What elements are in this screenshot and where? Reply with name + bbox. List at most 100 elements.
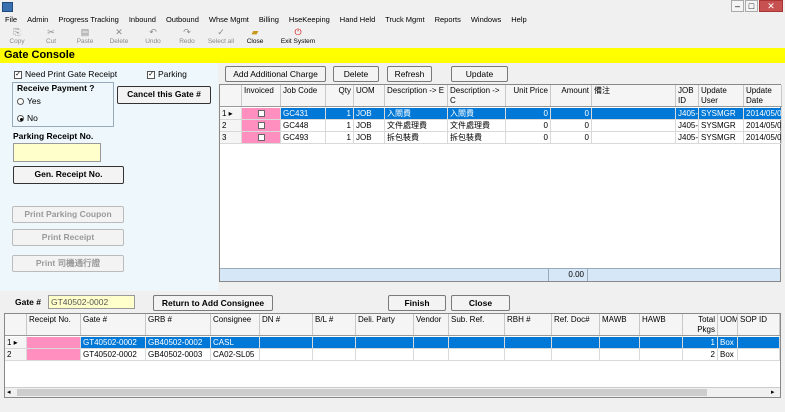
col-invoiced[interactable]: Invoiced bbox=[242, 85, 281, 106]
cell-remark[interactable] bbox=[592, 132, 676, 144]
menu-billing[interactable]: Billing bbox=[254, 14, 284, 26]
col-qty[interactable]: Qty bbox=[326, 85, 354, 106]
paste-button[interactable]: ▤ Paste bbox=[68, 26, 102, 48]
menu-outbound[interactable]: Outbound bbox=[161, 14, 204, 26]
cell-grb[interactable]: GB40502-0002 bbox=[146, 337, 211, 349]
table-row[interactable]: 1 ▸ GT40502-0002 GB40502-0002 CASL 1 Box bbox=[5, 337, 780, 349]
cell-date[interactable]: 2014/05/0 bbox=[744, 108, 782, 120]
print-parking-coupon-button[interactable]: Print Parking Coupon bbox=[12, 206, 124, 223]
col-dn[interactable]: DN # bbox=[260, 314, 313, 335]
cell-job-code[interactable]: GC493 bbox=[281, 132, 326, 144]
menu-file[interactable]: File bbox=[0, 14, 22, 26]
menu-help[interactable]: Help bbox=[506, 14, 531, 26]
table-row[interactable]: 2 GC448 1 JOB 文件處理費 文件處理費 0 0 J405- SYSM… bbox=[220, 120, 782, 132]
col-hawb[interactable]: HAWB bbox=[640, 314, 683, 335]
cell-uom[interactable]: JOB bbox=[354, 132, 385, 144]
yes-radio[interactable]: Yes bbox=[17, 96, 41, 106]
select-all-button[interactable]: ✓ Select all bbox=[204, 26, 238, 48]
cell-amount[interactable]: 0 bbox=[551, 120, 592, 132]
cell-uom[interactable]: JOB bbox=[354, 108, 385, 120]
col-update-date[interactable]: Update Date bbox=[744, 85, 782, 106]
invoiced-checkbox[interactable] bbox=[242, 120, 281, 132]
cell-deli-party[interactable] bbox=[356, 349, 414, 361]
col-uom[interactable]: UOM bbox=[354, 85, 385, 106]
col-unit-price[interactable]: Unit Price bbox=[506, 85, 551, 106]
cell-dn[interactable] bbox=[260, 349, 313, 361]
col-bl[interactable]: B/L # bbox=[313, 314, 356, 335]
cell-total-pkgs[interactable]: 1 bbox=[683, 337, 718, 349]
menu-reports[interactable]: Reports bbox=[430, 14, 466, 26]
parking-checkbox[interactable]: ✓ Parking bbox=[147, 69, 187, 79]
cell-date[interactable]: 2014/05/0 bbox=[744, 132, 782, 144]
cell-gate[interactable]: GT40502-0002 bbox=[81, 349, 146, 361]
cell-rbh[interactable] bbox=[505, 337, 552, 349]
add-additional-charge-button[interactable]: Add Additional Charge bbox=[225, 66, 326, 82]
scrollbar-thumb[interactable] bbox=[17, 389, 707, 396]
cell-total-pkgs[interactable]: 2 bbox=[683, 349, 718, 361]
refresh-button[interactable]: Refresh bbox=[387, 66, 432, 82]
cell-dn[interactable] bbox=[260, 337, 313, 349]
exit-system-button[interactable]: ⏻ Exit System bbox=[272, 26, 324, 48]
cell-uom[interactable]: Box bbox=[718, 349, 738, 361]
invoiced-checkbox[interactable] bbox=[242, 108, 281, 120]
need-print-gate-receipt-checkbox[interactable]: ✓ Need Print Gate Receipt bbox=[14, 69, 117, 79]
col-ref-doc[interactable]: Ref. Doc# bbox=[552, 314, 600, 335]
cell-unit-price[interactable]: 0 bbox=[506, 120, 551, 132]
cell-job-id[interactable]: J405- bbox=[676, 108, 699, 120]
cell-sub-ref[interactable] bbox=[449, 349, 505, 361]
close-button[interactable]: ▰ Close bbox=[238, 26, 272, 48]
cell-qty[interactable]: 1 bbox=[326, 120, 354, 132]
col-receipt-no[interactable]: Receipt No. bbox=[27, 314, 81, 335]
menu-windows[interactable]: Windows bbox=[466, 14, 506, 26]
table-row[interactable]: 1 ▸ GC431 1 JOB 入閘費 入閘費 0 0 J405- SYSMGR… bbox=[220, 108, 782, 120]
col-remark[interactable]: 備注 bbox=[592, 85, 676, 106]
gate-number-input[interactable]: GT40502-0002 bbox=[48, 295, 135, 309]
cell-desc-e[interactable]: 拆包裝費 bbox=[385, 132, 448, 144]
col-description-e[interactable]: Description -> E bbox=[385, 85, 448, 106]
cell-desc-c[interactable]: 文件處理費 bbox=[448, 120, 506, 132]
cell-desc-c[interactable]: 拆包裝費 bbox=[448, 132, 506, 144]
menu-hsekeeping[interactable]: HseKeeping bbox=[284, 14, 335, 26]
cell-receipt[interactable] bbox=[27, 337, 81, 349]
redo-button[interactable]: ↷ Redo bbox=[170, 26, 204, 48]
cell-consignee[interactable]: CASL bbox=[211, 337, 260, 349]
cell-uom[interactable]: JOB bbox=[354, 120, 385, 132]
no-radio[interactable]: No bbox=[17, 113, 38, 123]
col-deli-party[interactable]: Deli. Party bbox=[356, 314, 414, 335]
scroll-right-icon[interactable]: ▸ bbox=[771, 389, 775, 397]
cell-uom[interactable]: Box bbox=[718, 337, 738, 349]
menu-truck-mgmt[interactable]: Truck Mgmt bbox=[380, 14, 429, 26]
cell-qty[interactable]: 1 bbox=[326, 132, 354, 144]
col-job-code[interactable]: Job Code bbox=[281, 85, 326, 106]
cell-amount[interactable]: 0 bbox=[551, 108, 592, 120]
menu-progress-tracking[interactable]: Progress Tracking bbox=[53, 14, 123, 26]
menu-whse-mgmt[interactable]: Whse Mgmt bbox=[204, 14, 254, 26]
cell-mawb[interactable] bbox=[600, 337, 640, 349]
cell-rbh[interactable] bbox=[505, 349, 552, 361]
delete-button[interactable]: Delete bbox=[333, 66, 379, 82]
col-uom[interactable]: UOM bbox=[718, 314, 738, 335]
cell-gate[interactable]: GT40502-0002 bbox=[81, 337, 146, 349]
col-description-c[interactable]: Description -> C bbox=[448, 85, 506, 106]
cell-user[interactable]: SYSMGR bbox=[699, 108, 744, 120]
col-job-id[interactable]: JOB ID bbox=[676, 85, 699, 106]
cell-deli-party[interactable] bbox=[356, 337, 414, 349]
cell-job-code[interactable]: GC448 bbox=[281, 120, 326, 132]
cell-remark[interactable] bbox=[592, 108, 676, 120]
cut-button[interactable]: ✂ Cut bbox=[34, 26, 68, 48]
finish-button[interactable]: Finish bbox=[388, 295, 446, 311]
cell-qty[interactable]: 1 bbox=[326, 108, 354, 120]
col-total-pkgs[interactable]: Total Pkgs bbox=[683, 314, 718, 335]
cell-unit-price[interactable]: 0 bbox=[506, 108, 551, 120]
table-row[interactable]: 3 GC493 1 JOB 拆包裝費 拆包裝費 0 0 J405- SYSMGR… bbox=[220, 132, 782, 144]
minimize-button[interactable]: – bbox=[731, 0, 744, 12]
undo-button[interactable]: ↶ Undo bbox=[136, 26, 170, 48]
cell-ref-doc[interactable] bbox=[552, 349, 600, 361]
cell-sop-id[interactable] bbox=[738, 349, 780, 361]
cell-remark[interactable] bbox=[592, 120, 676, 132]
delete-toolbar-button[interactable]: ✕ Delete bbox=[102, 26, 136, 48]
cancel-gate-button[interactable]: Cancel this Gate # bbox=[117, 86, 211, 104]
col-mawb[interactable]: MAWB bbox=[600, 314, 640, 335]
cell-sub-ref[interactable] bbox=[449, 337, 505, 349]
menu-inbound[interactable]: Inbound bbox=[124, 14, 161, 26]
